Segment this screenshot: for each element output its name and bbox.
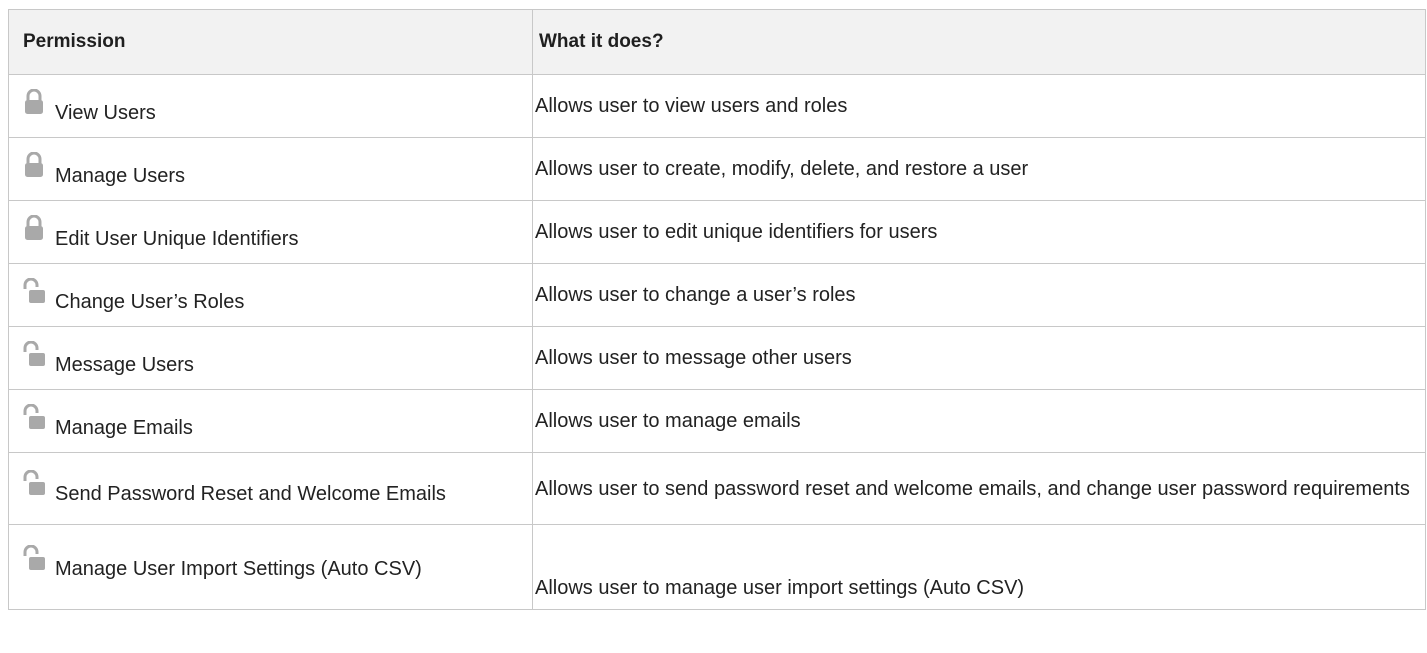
permission-cell: Send Password Reset and Welcome Emails [8, 452, 533, 525]
permission-name: Edit User Unique Identifiers [55, 228, 299, 250]
table-row: Manage User Import Settings (Auto CSV) A… [8, 524, 1426, 610]
permission-name: Manage Emails [55, 417, 193, 439]
table-row: Change User’s Roles Allows user to chang… [8, 263, 1426, 327]
permission-cell: Manage User Import Settings (Auto CSV) [8, 524, 533, 610]
description-column-header: What it does? [532, 9, 1426, 75]
lock-open-icon [23, 469, 45, 496]
description-cell: Allows user to message other users [532, 326, 1426, 390]
permission-description: Allows user to create, modify, delete, a… [535, 158, 1029, 180]
lock-closed-icon [23, 215, 45, 241]
permission-description: Allows user to send password reset and w… [535, 477, 1410, 500]
description-cell: Allows user to view users and roles [532, 74, 1426, 138]
description-cell: Allows user to manage emails [532, 389, 1426, 453]
permission-column-header: Permission [8, 9, 533, 75]
permission-cell: Message Users [8, 326, 533, 390]
table-row: View Users Allows user to view users and… [8, 74, 1426, 138]
table-row: Send Password Reset and Welcome Emails A… [8, 452, 1426, 525]
permission-name: Message Users [55, 354, 194, 376]
lock-open-icon [23, 341, 45, 367]
description-cell: Allows user to edit unique identifiers f… [532, 200, 1426, 264]
permission-name: Change User’s Roles [55, 291, 245, 313]
description-cell: Allows user to manage user import settin… [532, 524, 1426, 610]
permission-description: Allows user to change a user’s roles [535, 284, 856, 306]
permission-name: View Users [55, 102, 156, 124]
permission-description: Allows user to manage emails [535, 410, 801, 432]
table-row: Message Users Allows user to message oth… [8, 326, 1426, 390]
permission-cell: Edit User Unique Identifiers [8, 200, 533, 264]
permission-name: Manage User Import Settings (Auto CSV) [55, 558, 422, 580]
permission-description: Allows user to manage user import settin… [535, 577, 1025, 599]
lock-open-icon [23, 404, 45, 430]
lock-open-icon [23, 278, 45, 304]
permission-name: Manage Users [55, 165, 186, 187]
lock-closed-icon [23, 89, 45, 115]
permission-name: Send Password Reset and Welcome Emails [55, 482, 446, 505]
permission-cell: View Users [8, 74, 533, 138]
table-body: View Users Allows user to view users and… [8, 74, 1426, 610]
permissions-table: Permission What it does? View Users Allo… [8, 9, 1426, 610]
permission-description: Allows user to edit unique identifiers f… [535, 221, 938, 243]
table-row: Manage Users Allows user to create, modi… [8, 137, 1426, 201]
description-cell: Allows user to send password reset and w… [532, 452, 1426, 525]
permission-description: Allows user to view users and roles [535, 95, 848, 117]
table-row: Manage Emails Allows user to manage emai… [8, 389, 1426, 453]
permission-description: Allows user to message other users [535, 347, 852, 369]
header-row: Permission What it does? [8, 9, 1426, 75]
description-cell: Allows user to change a user’s roles [532, 263, 1426, 327]
lock-open-icon [23, 545, 45, 571]
permission-cell: Manage Emails [8, 389, 533, 453]
permission-cell: Change User’s Roles [8, 263, 533, 327]
table-header: Permission What it does? [8, 9, 1426, 75]
lock-closed-icon [23, 152, 45, 178]
permission-cell: Manage Users [8, 137, 533, 201]
description-cell: Allows user to create, modify, delete, a… [532, 137, 1426, 201]
table-row: Edit User Unique Identifiers Allows user… [8, 200, 1426, 264]
